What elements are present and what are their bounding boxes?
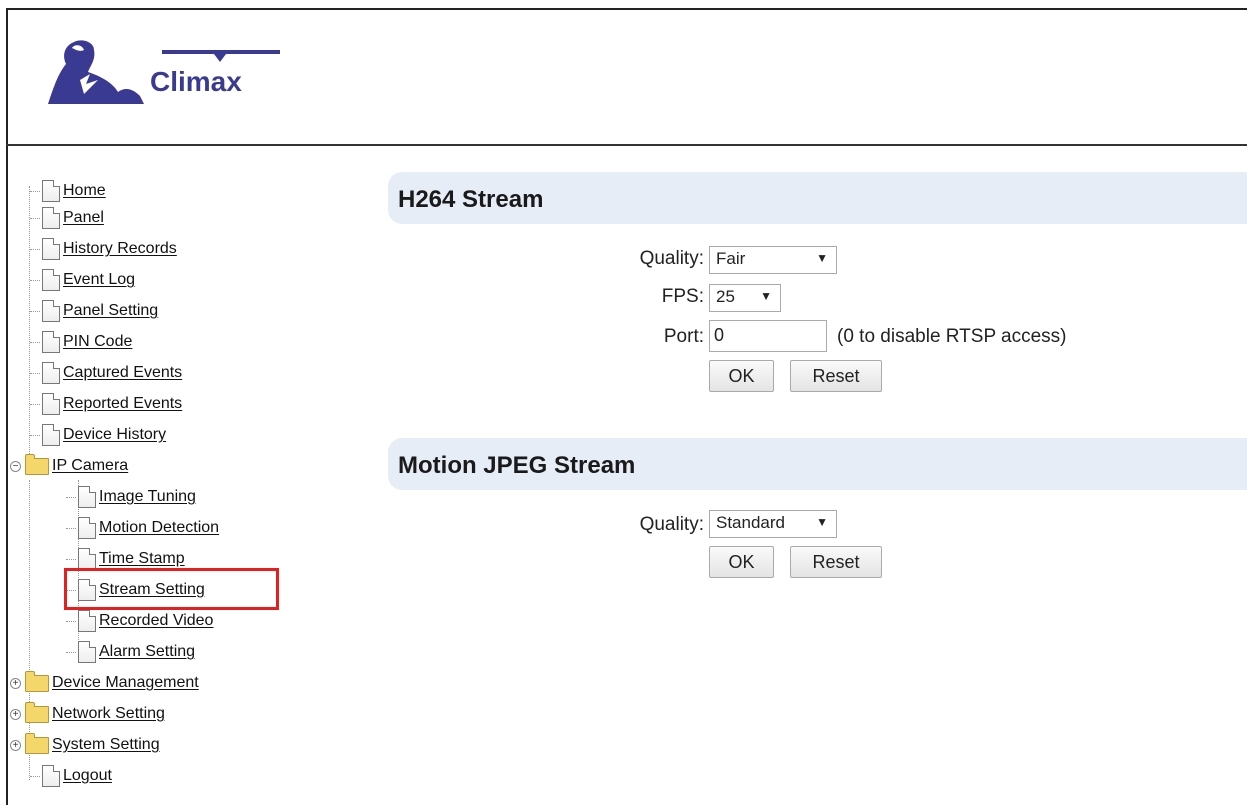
document-icon xyxy=(42,269,60,291)
nav-link[interactable]: Device History xyxy=(63,426,166,444)
nav-item-logout[interactable]: Logout xyxy=(30,761,112,791)
document-icon xyxy=(42,424,60,446)
h264-fps-value: 25 xyxy=(716,287,735,306)
nav-link[interactable]: Image Tuning xyxy=(99,488,196,506)
dropdown-arrow-icon: ▼ xyxy=(816,515,828,529)
h264-quality-label: Quality: xyxy=(639,248,704,269)
nav-item-device-management[interactable]: + Device Management xyxy=(10,668,199,698)
document-icon xyxy=(42,331,60,353)
h264-port-hint: (0 to disable RTSP access) xyxy=(837,326,1067,347)
h264-reset-button[interactable]: Reset xyxy=(790,360,882,392)
folder-icon xyxy=(25,701,49,723)
nav-link[interactable]: Reported Events xyxy=(63,395,182,413)
nav-link[interactable]: Logout xyxy=(63,767,112,785)
mjpeg-reset-button[interactable]: Reset xyxy=(790,546,882,578)
h264-quality-select[interactable]: Fair ▼ xyxy=(709,246,837,274)
nav-link[interactable]: Alarm Setting xyxy=(99,643,195,661)
header-divider xyxy=(6,144,1247,146)
nav-item-captured-events[interactable]: Captured Events xyxy=(30,358,182,388)
mjpeg-quality-select[interactable]: Standard ▼ xyxy=(709,510,837,538)
nav-link[interactable]: Motion Detection xyxy=(99,519,219,537)
nav-item-alarm-setting[interactable]: Alarm Setting xyxy=(66,637,195,667)
expand-icon[interactable]: + xyxy=(10,739,21,751)
document-icon xyxy=(42,180,60,202)
nav-link[interactable]: Captured Events xyxy=(63,364,182,382)
h264-fps-select[interactable]: 25 ▼ xyxy=(709,284,781,312)
nav-link[interactable]: Panel Setting xyxy=(63,302,158,320)
nav-link[interactable]: Time Stamp xyxy=(99,550,185,568)
document-icon xyxy=(78,610,96,632)
nav-item-history-records[interactable]: History Records xyxy=(30,234,177,264)
mjpeg-ok-button[interactable]: OK xyxy=(709,546,774,578)
document-icon xyxy=(78,517,96,539)
nav-item-device-history[interactable]: Device History xyxy=(30,420,166,450)
nav-item-system-setting[interactable]: + System Setting xyxy=(10,730,160,760)
nav-item-network-setting[interactable]: + Network Setting xyxy=(10,699,165,729)
nav-item-panel[interactable]: Panel xyxy=(30,203,104,233)
document-icon xyxy=(78,641,96,663)
nav-item-reported-events[interactable]: Reported Events xyxy=(30,389,182,419)
document-icon xyxy=(78,486,96,508)
nav-link[interactable]: Recorded Video xyxy=(99,612,213,630)
open-folder-icon xyxy=(25,453,49,475)
nav-link[interactable]: Event Log xyxy=(63,271,135,289)
nav-item-motion-detection[interactable]: Motion Detection xyxy=(66,513,219,543)
h264-port-input[interactable]: 0 xyxy=(709,320,827,352)
nav-link[interactable]: PIN Code xyxy=(63,333,132,351)
h264-ok-button[interactable]: OK xyxy=(709,360,774,392)
nav-link[interactable]: Network Setting xyxy=(52,705,165,723)
mjpeg-quality-value: Standard xyxy=(716,513,785,532)
nav-link[interactable]: History Records xyxy=(63,240,177,258)
nav-link[interactable]: Device Management xyxy=(52,674,199,692)
mjpeg-section-title: Motion JPEG Stream xyxy=(398,452,636,479)
nav-item-ip-camera[interactable]: − IP Camera xyxy=(10,451,128,481)
nav-item-pin-code[interactable]: PIN Code xyxy=(30,327,132,357)
nav-item-event-log[interactable]: Event Log xyxy=(30,265,135,295)
selected-item-highlight xyxy=(64,568,279,610)
document-icon xyxy=(42,393,60,415)
nav-link[interactable]: IP Camera xyxy=(52,457,128,475)
h264-quality-value: Fair xyxy=(716,249,746,268)
dropdown-arrow-icon: ▼ xyxy=(816,251,828,265)
logo-text: Climax xyxy=(150,66,242,97)
collapse-icon[interactable]: − xyxy=(10,460,21,472)
document-icon xyxy=(42,300,60,322)
document-icon xyxy=(42,238,60,260)
document-icon xyxy=(78,548,96,570)
nav-item-image-tuning[interactable]: Image Tuning xyxy=(66,482,196,512)
mjpeg-quality-label: Quality: xyxy=(639,514,704,535)
document-icon xyxy=(42,765,60,787)
dropdown-arrow-icon: ▼ xyxy=(760,289,772,303)
nav-item-panel-setting[interactable]: Panel Setting xyxy=(30,296,158,326)
nav-item-recorded-video[interactable]: Recorded Video xyxy=(66,606,213,636)
nav-item-home[interactable]: Home xyxy=(30,176,106,206)
nav-link[interactable]: Panel xyxy=(63,209,104,227)
h264-section-title: H264 Stream xyxy=(398,186,544,213)
nav-link[interactable]: Home xyxy=(63,182,106,200)
nav-link[interactable]: System Setting xyxy=(52,736,160,754)
document-icon xyxy=(42,362,60,384)
folder-icon xyxy=(25,670,49,692)
h264-fps-label: FPS: xyxy=(661,286,704,307)
h264-port-label: Port: xyxy=(663,326,704,347)
expand-icon[interactable]: + xyxy=(10,708,21,720)
folder-icon xyxy=(25,732,49,754)
document-icon xyxy=(42,207,60,229)
expand-icon[interactable]: + xyxy=(10,677,21,689)
